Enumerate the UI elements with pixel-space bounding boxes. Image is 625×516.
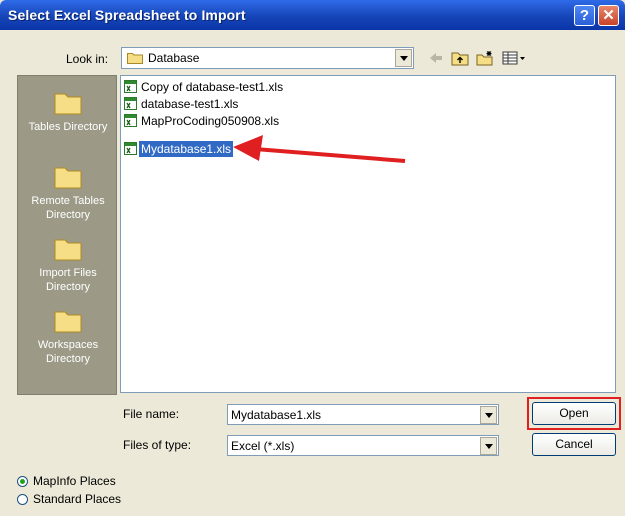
file-name-value: Mydatabase1.xls [231, 408, 322, 422]
chevron-down-icon[interactable] [395, 49, 412, 67]
place-workspaces-directory[interactable]: Workspaces Directory [18, 308, 118, 366]
look-in-value: Database [148, 51, 200, 65]
open-button[interactable]: Open [532, 402, 616, 425]
excel-file-icon [124, 97, 137, 110]
mapinfo-places-label: MapInfo Places [33, 474, 116, 488]
close-button[interactable]: ✕ [598, 5, 619, 26]
chevron-down-icon[interactable] [480, 437, 497, 455]
file-name: Mydatabase1.xls [139, 141, 234, 157]
look-in-label: Look in: [66, 52, 109, 66]
folder-icon [54, 311, 82, 333]
place-label: Remote Tables Directory [31, 195, 105, 221]
place-remote-tables-directory[interactable]: Remote Tables Directory [18, 164, 118, 222]
window-title: Select Excel Spreadsheet to Import [8, 7, 246, 23]
chevron-down-icon[interactable] [480, 406, 497, 424]
place-import-files-directory[interactable]: Import Files Directory [18, 236, 118, 294]
place-label: Workspaces Directory [37, 339, 99, 365]
red-arrow-annotation [233, 135, 406, 163]
up-folder-icon[interactable] [451, 50, 469, 66]
help-button[interactable]: ? [574, 5, 595, 26]
cancel-button[interactable]: Cancel [532, 433, 616, 456]
file-type-dropdown[interactable]: Excel (*.xls) [227, 435, 499, 456]
folder-icon [54, 239, 82, 261]
file-name-field[interactable]: Mydatabase1.xls [227, 404, 499, 425]
file-name: MapProCoding050908.xls [141, 114, 280, 128]
place-label: Import Files Directory [39, 267, 97, 293]
file-type-label: Files of type: [123, 438, 192, 452]
excel-file-icon [124, 80, 137, 93]
folder-icon [54, 167, 82, 189]
excel-file-icon [124, 142, 137, 155]
standard-places-radio[interactable] [17, 494, 28, 505]
back-icon[interactable] [428, 50, 444, 66]
file-type-value: Excel (*.xls) [231, 439, 295, 453]
mapinfo-places-radio[interactable] [17, 476, 28, 487]
excel-file-icon [124, 114, 137, 127]
import-dialog: Select Excel Spreadsheet to Import ? ✕ L… [0, 0, 625, 516]
file-list[interactable]: Copy of database-test1.xls database-test… [120, 75, 616, 393]
file-name: Copy of database-test1.xls [141, 80, 284, 94]
new-folder-icon[interactable] [476, 50, 494, 66]
standard-places-label: Standard Places [33, 492, 122, 506]
folder-icon [127, 53, 143, 64]
file-name-label: File name: [123, 407, 180, 421]
file-name: database-test1.xls [141, 97, 239, 111]
place-tables-directory[interactable]: Tables Directory [18, 90, 118, 134]
look-in-dropdown[interactable]: Database [121, 47, 414, 69]
place-label: Tables Directory [28, 121, 108, 133]
folder-icon [54, 93, 82, 115]
places-bar: Tables Directory Remote Tables Directory… [17, 75, 117, 395]
view-menu-icon[interactable] [502, 50, 526, 66]
title-bar[interactable]: Select Excel Spreadsheet to Import ? ✕ [0, 0, 625, 30]
